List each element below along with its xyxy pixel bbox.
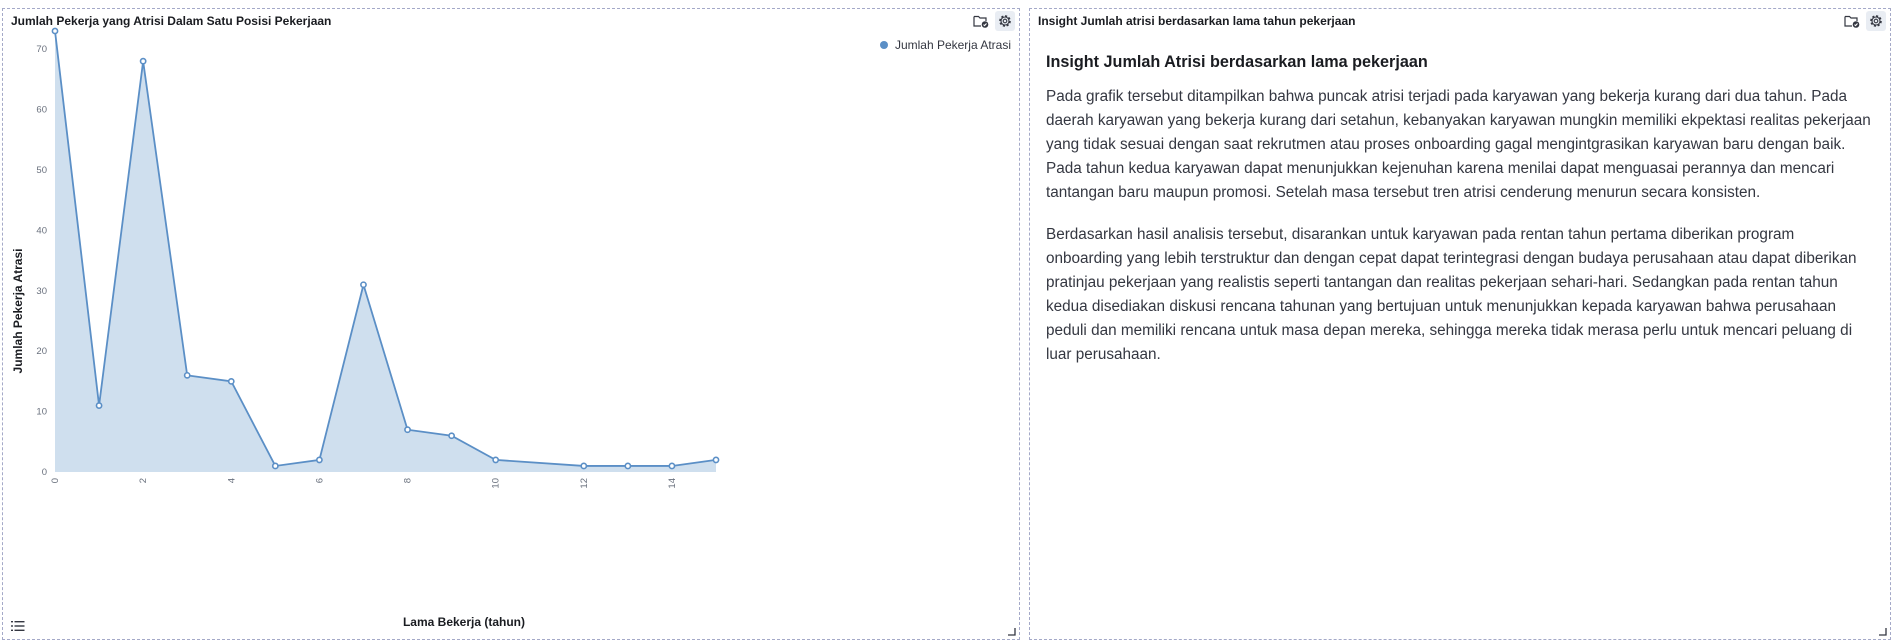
data-point[interactable] xyxy=(580,462,588,470)
area-chart: 0 10 20 30 40 50 60 70 0 2 4 6 8 10 12 14 Lama Bekerja… xyxy=(11,27,720,629)
y-tick-label: 60 xyxy=(36,105,47,116)
legend-label: Jumlah Pekerja Atrasi xyxy=(894,38,1011,52)
data-point[interactable] xyxy=(404,426,411,434)
y-tick-label: 30 xyxy=(36,286,47,297)
data-point[interactable] xyxy=(448,432,455,440)
x-tick-label: 0 xyxy=(50,478,61,483)
gear-icon[interactable] xyxy=(1866,11,1886,31)
insight-panel: Insight Jumlah atrisi berdasarkan lama t… xyxy=(1029,8,1891,640)
folder-check-icon[interactable] xyxy=(1842,11,1862,31)
data-point[interactable] xyxy=(668,462,676,470)
series-area xyxy=(55,31,716,472)
data-point[interactable] xyxy=(51,27,59,35)
data-point[interactable] xyxy=(712,456,720,464)
x-tick-label: 8 xyxy=(403,478,414,483)
y-axis: 0 10 20 30 40 50 60 70 xyxy=(36,44,47,478)
y-tick-label: 40 xyxy=(36,225,47,236)
insight-paragraph-2: Berdasarkan hasil analisis tersebut, dis… xyxy=(1046,226,1857,363)
data-point[interactable] xyxy=(183,371,191,379)
x-tick-label: 6 xyxy=(314,478,325,483)
x-axis: 0 2 4 6 8 10 12 14 xyxy=(50,478,678,489)
insight-markdown: Insight Jumlah Atrisi berdasarkan lama p… xyxy=(1046,41,1874,385)
data-point[interactable] xyxy=(492,456,500,464)
y-tick-label: 50 xyxy=(36,165,47,176)
x-tick-label: 2 xyxy=(138,478,149,483)
legend-swatch xyxy=(879,41,888,49)
data-point[interactable] xyxy=(95,402,103,409)
data-point[interactable] xyxy=(315,456,323,464)
x-axis-label: Lama Bekerja (tahun) xyxy=(403,615,525,629)
list-icon[interactable] xyxy=(11,620,25,632)
resize-handle-icon[interactable] xyxy=(1008,628,1016,636)
data-point[interactable] xyxy=(624,462,632,470)
x-tick-label: 12 xyxy=(579,478,590,489)
chart-legend[interactable]: Jumlah Pekerja Atrasi xyxy=(879,38,1011,52)
y-tick-label: 10 xyxy=(36,407,47,418)
y-tick-label: 0 xyxy=(42,467,47,478)
x-tick-label: 10 xyxy=(491,478,502,489)
y-tick-label: 70 xyxy=(36,44,47,55)
chart-panel: Jumlah Pekerja yang Atrisi Dalam Satu Po… xyxy=(2,8,1020,640)
insight-panel-actions xyxy=(1842,11,1886,31)
insight-paragraph-1: Pada grafik tersebut ditampilkan bahwa p… xyxy=(1046,88,1871,201)
data-point[interactable] xyxy=(227,377,235,385)
insight-panel-title: Insight Jumlah atrisi berdasarkan lama t… xyxy=(1038,14,1356,28)
data-point[interactable] xyxy=(360,281,367,289)
x-tick-label: 4 xyxy=(226,478,237,483)
y-tick-label: 20 xyxy=(36,346,47,357)
x-tick-label: 14 xyxy=(667,478,678,489)
data-point[interactable] xyxy=(139,57,147,65)
data-point[interactable] xyxy=(271,462,279,470)
y-axis-label: Jumlah Pekerja Atrasi xyxy=(11,249,25,374)
insight-heading: Insight Jumlah Atrisi berdasarkan lama p… xyxy=(1046,53,1428,71)
resize-handle-icon[interactable] xyxy=(1879,628,1887,636)
